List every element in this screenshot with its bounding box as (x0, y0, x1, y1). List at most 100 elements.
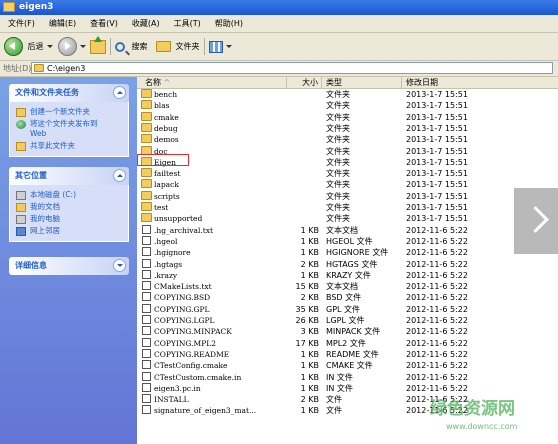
menu-favorites[interactable]: 收藏(A) (132, 19, 160, 28)
file-row[interactable]: unsupported 文件夹 2013-1-7 15:51 (137, 213, 558, 224)
column-size[interactable]: 大小 (287, 77, 322, 88)
drive-icon (16, 191, 26, 200)
file-row[interactable]: Eigen 文件夹 2013-1-7 15:51 (137, 156, 558, 168)
file-type: 文件夹 (326, 123, 350, 133)
file-name: bench (154, 90, 178, 99)
up-folder-button[interactable] (90, 35, 106, 57)
file-row[interactable]: COPYING.LGPL 26 KB LGPL 文件 2012-11-6 5:22 (137, 315, 558, 326)
file-name: CTestConfig.cmake (154, 361, 228, 371)
place-my-documents[interactable]: 我的文档 (14, 202, 124, 212)
collapse-icon[interactable] (113, 86, 126, 99)
file-row[interactable]: CTestCustom.cmake.in 1 KB IN 文件 2012-11-6 5… (137, 371, 558, 383)
file-row[interactable]: COPYING.MPL2 17 KB MPL2 文件 2012-11-6 5:22 (137, 337, 558, 349)
address-label: 地址(D) (3, 64, 32, 73)
file-type: 文件夹 (326, 101, 350, 111)
place-my-computer[interactable]: 我的电脑 (14, 214, 124, 224)
file-size: 1 KB (300, 406, 319, 416)
file-row[interactable]: debug 文件夹 2013-1-7 15:51 (137, 122, 558, 134)
file-icon (142, 303, 151, 313)
file-date: 2013-1-7 15:51 (406, 123, 468, 133)
back-button[interactable]: 后退 (4, 37, 53, 57)
folder-icon (141, 213, 152, 223)
file-row[interactable]: scripts 文件夹 2013-1-7 15:51 (137, 190, 558, 202)
expand-icon[interactable] (113, 259, 126, 272)
file-row[interactable]: demos 文件夹 2013-1-7 15:51 (137, 134, 558, 145)
file-row[interactable]: COPYING.BSD 2 KB BSD 文件 2012-11-6 5:22 (137, 292, 558, 303)
menu-edit[interactable]: 编辑(E) (49, 19, 76, 28)
forward-button[interactable] (58, 37, 86, 57)
file-row[interactable]: lapack 文件夹 2013-1-7 15:51 (137, 179, 558, 190)
places-panel-header[interactable]: 其它位置 (9, 167, 129, 185)
file-date: 2013-1-7 15:51 (406, 146, 468, 156)
file-date: 2013-1-7 15:51 (406, 135, 468, 145)
back-arrow-icon (4, 37, 23, 56)
tasks-panel-body: 创建一个新文件夹 将这个文件夹发布到 Web 共享此文件夹 (9, 102, 129, 157)
file-icon (142, 382, 151, 392)
title-bar: eigen3 (0, 0, 558, 15)
details-panel-header[interactable]: 详细信息 (9, 257, 129, 275)
views-icon (209, 40, 223, 53)
file-row[interactable]: .hg_archival.txt 1 KB 文本文档 2012-11-6 5:22 (137, 224, 558, 236)
file-row[interactable]: bench 文件夹 2013-1-7 15:51 (137, 89, 558, 100)
place-local-disk[interactable]: 本地磁盘 (C:) (14, 190, 124, 200)
column-type[interactable]: 类型 (322, 77, 402, 88)
collapse-icon[interactable] (113, 169, 126, 182)
views-button[interactable] (209, 37, 232, 57)
place-network[interactable]: 网上邻居 (14, 226, 124, 236)
menu-file[interactable]: 文件(F) (8, 19, 35, 28)
file-row[interactable]: COPYING.GPL 35 KB GPL 文件 2012-11-6 5:22 (137, 303, 558, 315)
back-label: 后退 (27, 42, 44, 51)
tasks-panel-header[interactable]: 文件和文件夹任务 (9, 84, 129, 102)
menu-tools[interactable]: 工具(T) (174, 19, 201, 28)
documents-icon (16, 203, 26, 212)
computer-icon (16, 215, 26, 224)
file-row[interactable]: CTestConfig.cmake 1 KB CMAKE 文件 2012-11-6 5… (137, 360, 558, 371)
file-row[interactable]: test 文件夹 2013-1-7 15:51 (137, 202, 558, 213)
file-row[interactable]: .hgignore 1 KB HGIGNORE 文件 2012-11-6 5:22 (137, 247, 558, 258)
file-row[interactable]: eigen3.pc.in 1 KB IN 文件 2012-11-6 5:22 (137, 382, 558, 394)
file-name: debug (154, 123, 178, 133)
panel-title: 其它位置 (15, 171, 47, 180)
folder-icon (156, 41, 171, 52)
file-type: 文件夹 (326, 135, 350, 145)
task-share-folder[interactable]: 共享此文件夹 (14, 141, 124, 151)
file-size: 2 KB (300, 395, 319, 405)
file-row[interactable]: .krazy 1 KB KRAZY 文件 2012-11-6 5:22 (137, 269, 558, 281)
search-label: 搜索 (131, 42, 148, 51)
file-row[interactable]: CMakeLists.txt 15 KB 文本文档 2012-11-6 5:22 (137, 281, 558, 292)
file-date: 2013-1-7 15:51 (406, 191, 468, 201)
details-panel: 详细信息 (9, 257, 129, 275)
file-row[interactable]: blas 文件夹 2013-1-7 15:51 (137, 100, 558, 111)
file-row[interactable]: doc 文件夹 2013-1-7 15:51 (137, 145, 558, 157)
file-row[interactable]: cmake 文件夹 2013-1-7 15:51 (137, 111, 558, 123)
task-new-folder[interactable]: 创建一个新文件夹 (14, 107, 124, 117)
file-name: COPYING.BSD (154, 293, 211, 303)
file-type: HGEOL 文件 (326, 236, 373, 246)
column-name[interactable]: 名称 ^ (137, 77, 287, 88)
dropdown-arrow-icon (80, 45, 86, 48)
search-button[interactable]: 搜索 (115, 37, 148, 57)
menu-view[interactable]: 查看(V) (90, 19, 118, 28)
file-row[interactable]: COPYING.MINPACK 3 KB MINPACK 文件 2012-11-6 5… (137, 326, 558, 337)
menu-help[interactable]: 帮助(H) (215, 19, 243, 28)
file-type: IN 文件 (326, 372, 353, 382)
file-row[interactable]: COPYING.README 1 KB README 文件 2012-11-6 5:2… (137, 348, 558, 360)
panel-title: 详细信息 (15, 261, 47, 270)
column-date[interactable]: 修改日期 (402, 77, 558, 88)
file-row[interactable]: .hgeol 1 KB HGEOL 文件 2012-11-6 5:22 (137, 235, 558, 247)
toolbar: 后退 搜索 文件夹 (0, 33, 558, 61)
file-row[interactable]: .hgtags 2 KB HGTAGS 文件 2012-11-6 5:22 (137, 258, 558, 270)
folders-button[interactable]: 文件夹 (156, 37, 200, 57)
dropdown-arrow-icon (46, 45, 53, 48)
next-arrow-button[interactable] (514, 188, 558, 254)
file-name: unsupported (154, 214, 203, 224)
file-name: signature_of_eigen3_mat... (154, 406, 257, 416)
address-input[interactable]: C:\eigen3 (31, 62, 553, 74)
file-row[interactable]: failtest 文件夹 2013-1-7 15:51 (137, 168, 558, 179)
toolbar-separator (204, 38, 205, 55)
file-date: 2012-11-6 5:22 (406, 316, 468, 325)
file-icon (142, 348, 151, 358)
file-date: 2013-1-7 15:51 (406, 112, 468, 122)
file-name: test (154, 203, 169, 212)
task-publish-web[interactable]: 将这个文件夹发布到 Web (14, 119, 124, 139)
